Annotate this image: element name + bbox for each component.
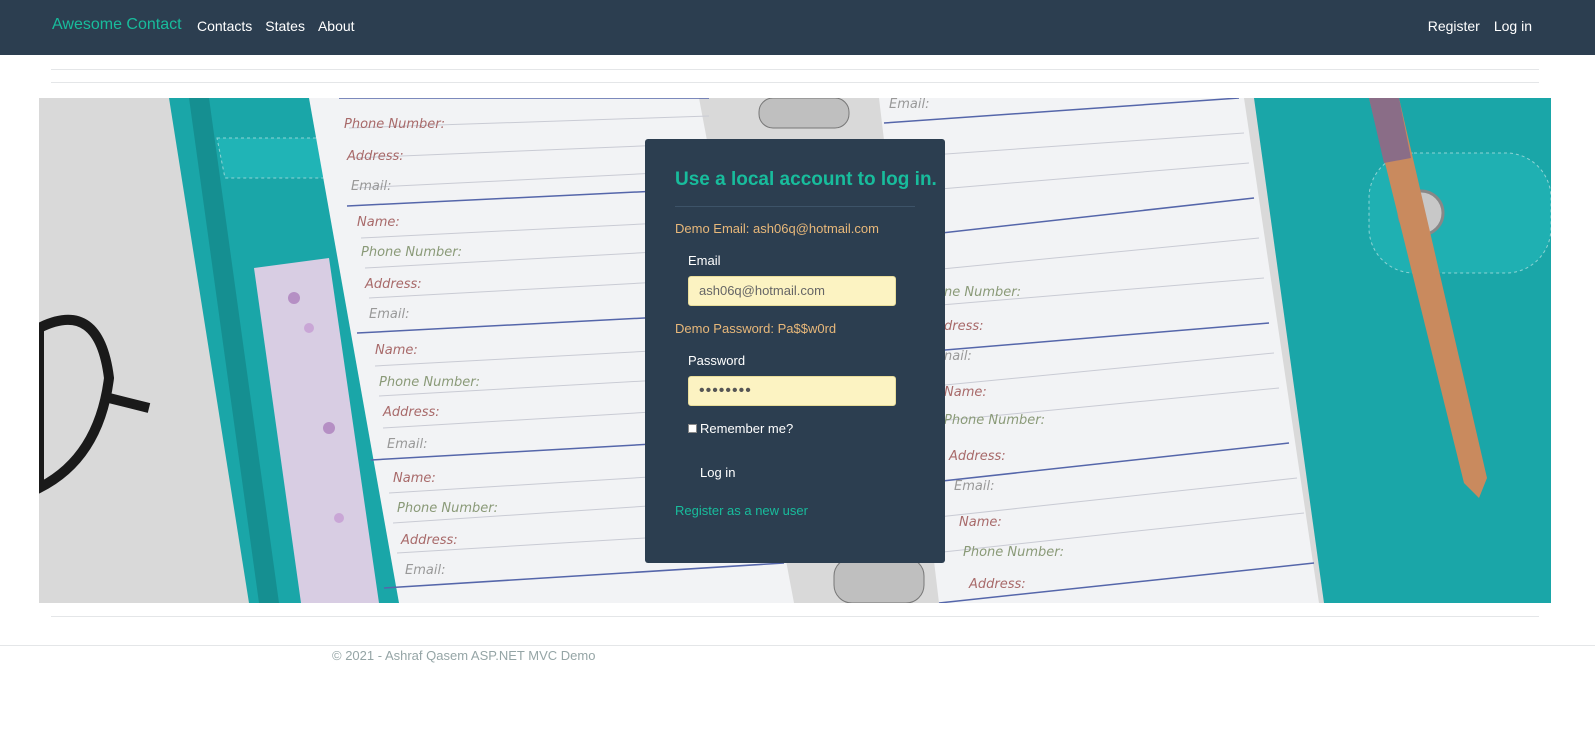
svg-text:Phone Number:: Phone Number: (963, 545, 1064, 560)
nav-register[interactable]: Register (1428, 18, 1480, 34)
footer-divider (0, 645, 1595, 646)
top-navbar: Awesome Contact Contacts States About Re… (0, 0, 1595, 55)
divider (51, 82, 1539, 83)
svg-text:Address:: Address: (968, 577, 1026, 592)
svg-text:Name:: Name: (357, 215, 400, 230)
demo-password-hint: Demo Password: Pa$$w0rd (675, 321, 837, 336)
svg-text:Email:: Email: (405, 563, 445, 578)
password-field[interactable]: •••••••• (688, 376, 896, 406)
svg-text:Phone Number:: Phone Number: (397, 501, 498, 516)
svg-text:Phone Number:: Phone Number: (944, 413, 1045, 428)
svg-text:Address:: Address: (382, 405, 440, 420)
divider (51, 69, 1539, 70)
login-card: Use a local account to log in. Demo Emai… (645, 139, 945, 563)
card-divider (675, 206, 915, 207)
svg-text:Name:: Name: (375, 343, 418, 358)
svg-text:Phone Number:: Phone Number: (379, 375, 480, 390)
email-label: Email (688, 253, 721, 268)
svg-text:Name:: Name: (393, 471, 436, 486)
svg-text:Address:: Address: (346, 149, 404, 164)
password-label: Password (688, 353, 746, 368)
remember-me-checkbox[interactable] (688, 424, 697, 433)
svg-text:Email:: Email: (369, 307, 409, 322)
nav-about[interactable]: About (318, 18, 355, 34)
email-field[interactable]: ash06q@hotmail.com (688, 276, 896, 306)
nav-login[interactable]: Log in (1494, 18, 1532, 34)
svg-text:Email:: Email: (889, 98, 929, 112)
remember-me-row: Remember me? (688, 421, 793, 436)
svg-text:nail:: nail: (944, 349, 972, 364)
register-new-user-link[interactable]: Register as a new user (675, 503, 808, 518)
main-nav: Contacts States About (197, 18, 368, 34)
demo-email-hint: Demo Email: ash06q@hotmail.com (675, 221, 879, 236)
brand-link[interactable]: Awesome Contact (52, 16, 182, 34)
svg-text:Address:: Address: (364, 277, 422, 292)
svg-text:ne Number:: ne Number: (944, 285, 1021, 300)
account-nav: Register Log in (1414, 18, 1532, 34)
svg-text:Email:: Email: (387, 437, 427, 452)
svg-text:Name:: Name: (944, 385, 987, 400)
svg-text:Email:: Email: (351, 179, 391, 194)
svg-text:Phone Number:: Phone Number: (344, 117, 445, 132)
svg-text:Email:: Email: (954, 479, 994, 494)
svg-text:Name:: Name: (959, 515, 1002, 530)
nav-contacts[interactable]: Contacts (197, 18, 252, 34)
svg-text:Phone Number:: Phone Number: (361, 245, 462, 260)
footer-copyright: © 2021 - Ashraf Qasem ASP.NET MVC Demo (332, 648, 596, 663)
nav-states[interactable]: States (265, 18, 305, 34)
login-submit-button[interactable]: Log in (688, 459, 747, 487)
remember-me-label[interactable]: Remember me? (700, 421, 793, 436)
svg-text:Address:: Address: (400, 533, 458, 548)
divider (51, 616, 1539, 617)
login-title: Use a local account to log in. (675, 169, 937, 190)
svg-text:Address:: Address: (948, 449, 1006, 464)
svg-text:dress:: dress: (944, 319, 984, 334)
